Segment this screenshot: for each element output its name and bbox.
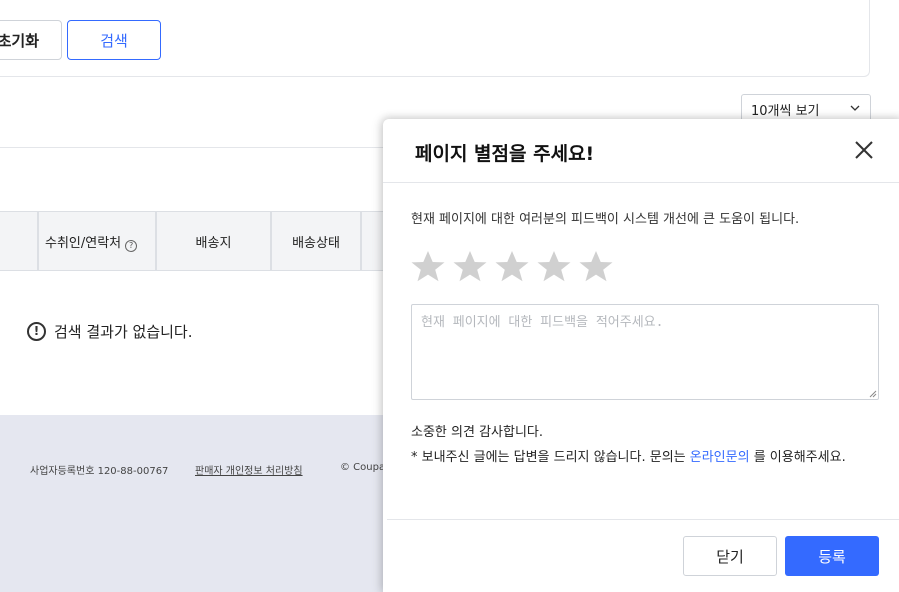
online-inquiry-link[interactable]: 온라인문의 — [690, 450, 750, 465]
search-button[interactable]: 검색 — [67, 20, 161, 60]
modal-title: 페이지 별점을 주세요! — [415, 143, 595, 165]
notice-text: * 보내주신 글에는 답변을 드리지 않습니다. 문의는 온라인문의 를 이용해… — [411, 446, 881, 470]
star-icon[interactable] — [494, 249, 530, 285]
feedback-textarea[interactable] — [411, 304, 879, 400]
warning-icon: ! — [27, 322, 46, 341]
star-icon[interactable] — [410, 249, 446, 285]
page-size-label: 10개씩 보기 — [751, 103, 820, 119]
footer-copyright: © Coupa — [340, 462, 386, 473]
column-header-recipient: 수취인/연락처 ? — [37, 212, 155, 270]
modal-divider — [383, 182, 899, 183]
star-rating[interactable] — [410, 249, 614, 285]
empty-result-text: 검색 결과가 없습니다. — [54, 323, 193, 341]
help-icon[interactable]: ? — [125, 240, 138, 252]
empty-result-message: ! 검색 결과가 없습니다. — [27, 321, 193, 342]
column-header-label: 수취인/연락처 — [45, 236, 122, 251]
rating-modal: 페이지 별점을 주세요! 현재 페이지에 대한 여러분의 피드백이 시스템 개선… — [383, 119, 899, 592]
column-header-status: 배송상태 — [270, 212, 360, 270]
close-icon[interactable] — [853, 139, 875, 161]
star-icon[interactable] — [452, 249, 488, 285]
footer-privacy-link[interactable]: 판매자 개인정보 처리방침 — [195, 462, 303, 477]
column-header-address: 배송지 — [155, 212, 270, 270]
modal-description: 현재 페이지에 대한 여러분의 피드백이 시스템 개선에 큰 도움이 됩니다. — [411, 212, 800, 227]
thanks-text: 소중한 의견 감사합니다. — [411, 425, 543, 440]
modal-footer-divider — [387, 519, 899, 520]
footer-business-number: 사업자등록번호 120-88-00767 — [30, 466, 169, 477]
submit-button[interactable]: 등록 — [785, 536, 879, 576]
close-button[interactable]: 닫기 — [683, 536, 777, 576]
notice-suffix: 를 이용해주세요. — [749, 450, 846, 465]
star-icon[interactable] — [578, 249, 614, 285]
resize-handle-icon[interactable] — [869, 390, 877, 398]
star-icon[interactable] — [536, 249, 572, 285]
notice-prefix: * 보내주신 글에는 답변을 드리지 않습니다. 문의는 — [411, 450, 690, 465]
chevron-down-icon — [850, 105, 860, 111]
reset-button[interactable]: 초기화 — [0, 20, 62, 60]
